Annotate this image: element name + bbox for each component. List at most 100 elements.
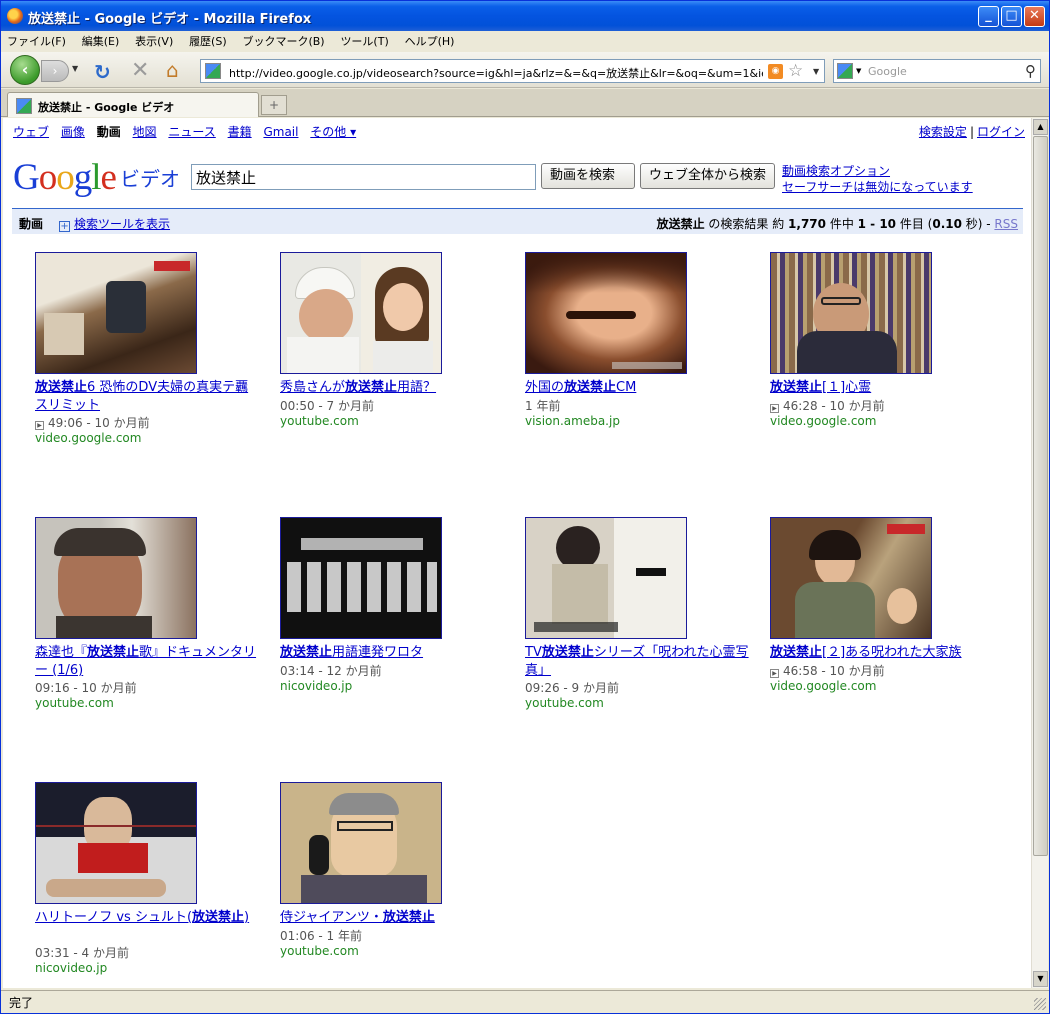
play-icon[interactable]: ▶ xyxy=(770,404,779,413)
video-thumbnail[interactable] xyxy=(525,517,687,639)
video-title-link[interactable]: 侍ジャイアンツ・放送禁止 xyxy=(280,909,505,927)
logo-video-label: ビデオ xyxy=(120,167,180,191)
video-title-link[interactable]: 放送禁止[２]ある呪われた大家族 xyxy=(770,644,995,662)
stats-time: 0.10 xyxy=(932,217,962,231)
nav-news[interactable]: ニュース xyxy=(168,125,215,139)
safesearch-link[interactable]: セーフサーチは無効になっています xyxy=(782,179,973,195)
url-dropdown-icon[interactable]: ▼ xyxy=(813,67,819,76)
url-bar[interactable]: http://video.google.co.jp/videosearch?so… xyxy=(200,59,825,83)
video-source: youtube.com xyxy=(35,696,114,710)
video-source: youtube.com xyxy=(280,944,359,958)
firefox-icon xyxy=(7,8,23,24)
advanced-video-search-link[interactable]: 動画検索オプション xyxy=(782,163,973,179)
minimize-button[interactable]: _ xyxy=(978,6,999,27)
video-thumbnail[interactable] xyxy=(280,782,442,904)
rss-feed-icon[interactable]: ◉ xyxy=(768,64,783,79)
video-meta: 01:06 - 1 年前 xyxy=(280,929,362,943)
video-thumbnail[interactable] xyxy=(280,252,442,374)
video-source: video.google.com xyxy=(770,414,877,428)
video-thumbnail[interactable] xyxy=(770,517,932,639)
search-video-button[interactable]: 動画を検索 xyxy=(541,163,635,189)
video-title-link[interactable]: 秀島さんが放送禁止用語？ xyxy=(280,379,505,397)
menu-bookmarks[interactable]: ブックマーク(B) xyxy=(236,31,330,49)
nav-maps[interactable]: 地図 xyxy=(133,125,157,139)
stats-text: 件目 ( xyxy=(896,217,933,231)
play-icon[interactable]: ▶ xyxy=(770,669,779,678)
status-bar: 完了 xyxy=(1,990,1049,1012)
rss-link[interactable]: RSS xyxy=(994,217,1018,231)
menu-history[interactable]: 履歴(S) xyxy=(183,31,233,49)
video-source: vision.ameba.jp xyxy=(525,414,620,428)
navigation-toolbar: ‹ › ▼ ↻ ✕ ⌂ http://video.google.co.jp/vi… xyxy=(1,52,1049,88)
video-thumbnail[interactable] xyxy=(35,252,197,374)
play-icon[interactable]: ▶ xyxy=(35,421,44,430)
menu-help[interactable]: ヘルプ(H) xyxy=(399,31,461,49)
menu-view[interactable]: 表示(V) xyxy=(129,31,179,49)
scrollbar-thumb[interactable] xyxy=(1033,136,1048,856)
video-thumbnail[interactable] xyxy=(35,782,197,904)
expand-tools-icon[interactable]: + xyxy=(59,221,71,232)
stats-text: 件中 xyxy=(826,217,858,231)
video-title-link[interactable]: 放送禁止6 恐怖のDV夫婦の真実テ覊スリミット xyxy=(35,379,260,415)
stats-range: 1 - 10 xyxy=(857,217,897,231)
bookmark-star-icon[interactable]: ☆ xyxy=(788,61,803,81)
vertical-scrollbar[interactable]: ▲ ▼ xyxy=(1031,118,1048,988)
video-title-link[interactable]: 放送禁止用語連発ワロタ xyxy=(280,644,505,662)
video-title-link[interactable]: 外国の放送禁止CM xyxy=(525,379,750,397)
video-meta: ▶ 46:28 - 10 か月前 xyxy=(770,397,885,414)
home-icon[interactable]: ⌂ xyxy=(166,58,179,82)
menu-edit[interactable]: 編集(E) xyxy=(76,31,126,49)
video-source: youtube.com xyxy=(525,696,604,710)
tab-bar: 放送禁止 - Google ビデオ + xyxy=(1,89,1049,117)
menu-file[interactable]: ファイル(F) xyxy=(1,31,72,49)
google-logo[interactable]: Google xyxy=(13,156,117,199)
video-thumbnail[interactable] xyxy=(280,517,442,639)
video-source: video.google.com xyxy=(770,679,877,693)
video-thumbnail[interactable] xyxy=(35,517,197,639)
reload-icon[interactable]: ↻ xyxy=(94,60,111,84)
back-button[interactable]: ‹ xyxy=(10,55,40,85)
video-source: video.google.com xyxy=(35,431,142,445)
show-tools-link[interactable]: 検索ツールを表示 xyxy=(74,217,170,231)
scroll-up-arrow-icon[interactable]: ▲ xyxy=(1033,119,1048,135)
settings-link[interactable]: 検索設定 xyxy=(919,125,967,139)
video-thumbnail[interactable] xyxy=(525,252,687,374)
video-title-link[interactable]: ハリトーノフ vs シュルト(放送禁止) xyxy=(35,909,260,927)
stop-icon[interactable]: ✕ xyxy=(131,58,149,83)
resize-grip-icon[interactable] xyxy=(1034,998,1046,1010)
scroll-down-arrow-icon[interactable]: ▼ xyxy=(1033,971,1048,987)
video-title-link[interactable]: TV放送禁止シリーズ「呪われた心霊写真」 xyxy=(525,644,750,680)
status-text: 完了 xyxy=(9,996,34,1010)
forward-button[interactable]: › xyxy=(41,60,69,82)
history-dropdown-icon[interactable]: ▼ xyxy=(72,64,78,73)
nav-gmail[interactable]: Gmail xyxy=(263,125,298,139)
search-options: 動画検索オプション セーフサーチは無効になっています xyxy=(782,163,973,195)
nav-web[interactable]: ウェブ xyxy=(13,125,49,139)
maximize-button[interactable]: □ xyxy=(1001,6,1022,27)
account-links: 検索設定 | ログイン xyxy=(919,123,1025,140)
video-meta: 1 年前 xyxy=(525,399,561,413)
search-web-button[interactable]: ウェブ全体から検索 xyxy=(640,163,775,189)
menu-tools[interactable]: ツール(T) xyxy=(334,31,394,49)
engine-dropdown-icon[interactable]: ▼ xyxy=(856,67,861,75)
search-input[interactable] xyxy=(191,164,536,190)
login-link[interactable]: ログイン xyxy=(977,125,1025,139)
video-title-link[interactable]: 放送禁止[１]心霊 xyxy=(770,379,995,397)
close-button[interactable]: ✕ xyxy=(1024,6,1045,27)
video-thumbnail[interactable] xyxy=(770,252,932,374)
site-favicon-icon xyxy=(205,63,221,79)
magnifier-icon[interactable]: ⚲ xyxy=(1025,62,1036,80)
nav-books[interactable]: 書籍 xyxy=(228,125,252,139)
nav-images[interactable]: 画像 xyxy=(61,125,85,139)
new-tab-button[interactable]: + xyxy=(261,95,287,115)
title-bar[interactable]: 放送禁止 - Google ビデオ - Mozilla Firefox _ □ … xyxy=(1,1,1049,31)
active-tab[interactable]: 放送禁止 - Google ビデオ xyxy=(7,92,259,117)
video-title-link[interactable]: 森達也『放送禁止歌』ドキュメンタリー (1/6) xyxy=(35,644,260,680)
search-engine-icon[interactable] xyxy=(837,63,853,79)
browser-search-box[interactable]: ▼ Google ⚲ xyxy=(833,59,1041,83)
window-title: 放送禁止 - Google ビデオ - Mozilla Firefox xyxy=(28,12,312,27)
video-meta: ▶ 46:58 - 10 か月前 xyxy=(770,662,885,679)
result-section-label: 動画 xyxy=(19,217,44,231)
url-text[interactable]: http://video.google.co.jp/videosearch?so… xyxy=(229,65,763,81)
nav-more[interactable]: その他 ▾ xyxy=(310,125,356,139)
